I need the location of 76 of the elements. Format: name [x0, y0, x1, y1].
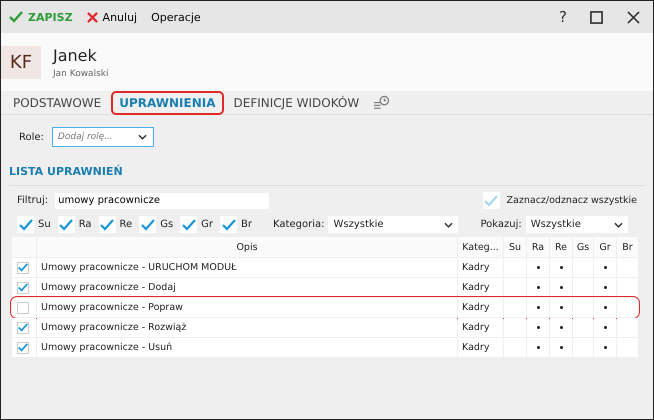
section-title: LISTA UPRAWNIEŃ	[9, 165, 124, 178]
table-cell: Umowy pracownicze - Rozwiąż	[37, 318, 457, 337]
filter-field[interactable]: umowy pracownicze	[55, 192, 270, 208]
checkbox[interactable]	[220, 216, 238, 233]
tab[interactable]: DEFINICJE WIDOKÓW	[226, 90, 368, 114]
checkbox-label: Br	[241, 219, 252, 230]
table-cell: Umowy pracownicze - URUCHOM MODUŁ	[37, 258, 457, 277]
chevron-down-icon	[444, 222, 454, 228]
table-cell	[504, 298, 526, 317]
chevron-down-icon	[614, 222, 623, 228]
row-checkbox[interactable]	[17, 262, 29, 274]
roles-label: Role:	[19, 132, 44, 142]
checkbox-label: Gs	[160, 219, 174, 230]
roles-dropdown[interactable]: Dodaj rolę...	[52, 127, 154, 147]
checkbox[interactable]	[58, 216, 75, 233]
checkmark-icon	[9, 11, 23, 23]
table-row[interactable]: Umowy pracownicze - URUCHOM MODUŁ Kadry	[12, 258, 638, 277]
operations-menu[interactable]: Operacje	[149, 8, 203, 26]
table-cell	[504, 318, 526, 337]
table-cell: Kadry	[458, 338, 503, 357]
tab[interactable]: PODSTAWOWE	[5, 90, 110, 114]
column-header[interactable]: Su	[504, 237, 526, 257]
table-cell: Umowy pracownicze - Usuń	[37, 338, 457, 357]
table-cell	[617, 298, 638, 317]
table-cell	[573, 278, 593, 297]
table-cell: Umowy pracownicze - Dodaj	[37, 278, 457, 297]
column-header[interactable]: Gr	[594, 237, 616, 257]
checkbox[interactable]	[17, 216, 34, 233]
user-full-name: Jan Kowalski	[53, 68, 108, 78]
category-dropdown[interactable]: Wszystkie	[328, 216, 458, 233]
checkbox[interactable]	[98, 216, 116, 233]
column-header[interactable]: Gs	[573, 237, 593, 257]
checkbox-label: Re	[120, 219, 132, 230]
row-checkbox[interactable]	[17, 282, 29, 294]
show-dropdown[interactable]: Wszystkie	[526, 216, 628, 233]
column-header[interactable]: Re	[550, 237, 572, 257]
table-cell: Kadry	[458, 318, 503, 337]
checkbox-label: Ra	[78, 219, 92, 230]
close-icon	[86, 12, 98, 22]
avatar: KF	[1, 46, 41, 78]
table-cell	[573, 318, 593, 337]
row-checkbox[interactable]	[17, 322, 29, 334]
table-row[interactable]: Umowy pracownicze - Rozwiąż Kadry	[12, 318, 638, 337]
maximize-icon[interactable]	[590, 10, 603, 24]
table-row[interactable]: Umowy pracownicze - Usuń Kadry	[12, 338, 638, 357]
table-cell	[573, 298, 593, 317]
select-all-label: Zaznacz/odznacz wszystkie	[506, 195, 637, 206]
help-button[interactable]: ?	[553, 8, 573, 26]
cancel-button[interactable]: Anuluj	[84, 8, 140, 26]
table-cell: Umowy pracownicze - Popraw	[37, 298, 457, 317]
category-label: Kategoria:	[273, 219, 324, 230]
table-cell: Kadry	[458, 258, 503, 277]
filter-label: Filtruj:	[17, 195, 48, 206]
show-label: Pokazuj:	[480, 219, 522, 230]
user-name: Janek	[53, 46, 98, 64]
checkbox[interactable]	[180, 216, 198, 233]
table-cell: Kadry	[458, 298, 503, 317]
history-icon[interactable]	[373, 95, 390, 110]
close-icon[interactable]	[627, 10, 640, 24]
table-cell: Kadry	[458, 278, 503, 297]
checkbox-label: Gr	[201, 219, 214, 230]
row-checkbox[interactable]	[17, 342, 29, 354]
chevron-down-icon	[138, 134, 147, 140]
checkbox[interactable]	[139, 216, 156, 233]
table-row[interactable]: Umowy pracownicze - Dodaj Kadry	[12, 278, 638, 297]
table-cell	[504, 278, 526, 297]
table-cell	[617, 278, 638, 297]
checkbox-label: Su	[38, 219, 51, 230]
tab[interactable]: UPRAWNIENIA	[111, 90, 224, 114]
column-header[interactable]: Opis	[37, 237, 457, 257]
column-header[interactable]: Ra	[527, 237, 549, 257]
column-header[interactable]: Br	[617, 237, 638, 257]
table-cell	[617, 318, 638, 337]
row-checkbox[interactable]	[17, 302, 29, 314]
table-row[interactable]: Umowy pracownicze - Popraw Kadry	[12, 298, 638, 317]
column-header[interactable]: Kateg...	[458, 237, 503, 257]
